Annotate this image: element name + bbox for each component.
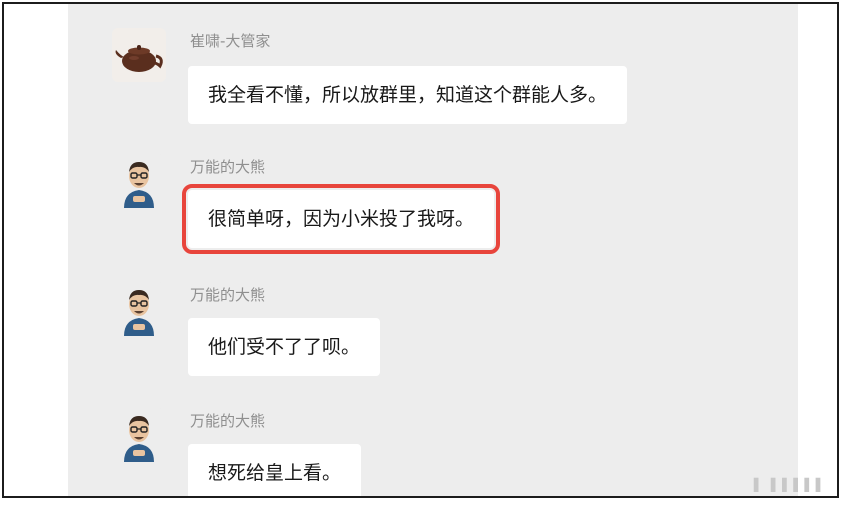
screenshot-frame: 崔啸-大管家 我全看不懂，所以放群里，知道这个群能人多。 万能的大熊 很简单呀，… — [2, 2, 839, 498]
sender-name: 崔啸-大管家 — [190, 32, 271, 50]
cartoon-man-avatar-icon[interactable] — [112, 408, 166, 462]
message-bubble[interactable]: 我全看不懂，所以放群里，知道这个群能人多。 — [188, 66, 628, 124]
sender-name: 万能的大熊 — [190, 286, 266, 304]
sender-name: 万能的大熊 — [190, 158, 266, 176]
chat-area[interactable]: 崔啸-大管家 我全看不懂，所以放群里，知道这个群能人多。 万能的大熊 很简单呀，… — [68, 4, 798, 496]
cartoon-man-avatar-icon[interactable] — [112, 282, 166, 336]
teapot-avatar-icon[interactable] — [112, 28, 166, 82]
cartoon-man-avatar-icon[interactable] — [112, 154, 166, 208]
message-bubble[interactable]: 想死给皇上看。 — [188, 444, 362, 496]
sender-name: 万能的大熊 — [190, 412, 266, 430]
message-bubble[interactable]: 很简单呀，因为小米投了我呀。 — [181, 184, 501, 254]
watermark: ▌ ▌▌▌▌▌ — [753, 478, 827, 492]
message-bubble[interactable]: 他们受不了了呗。 — [188, 318, 381, 376]
